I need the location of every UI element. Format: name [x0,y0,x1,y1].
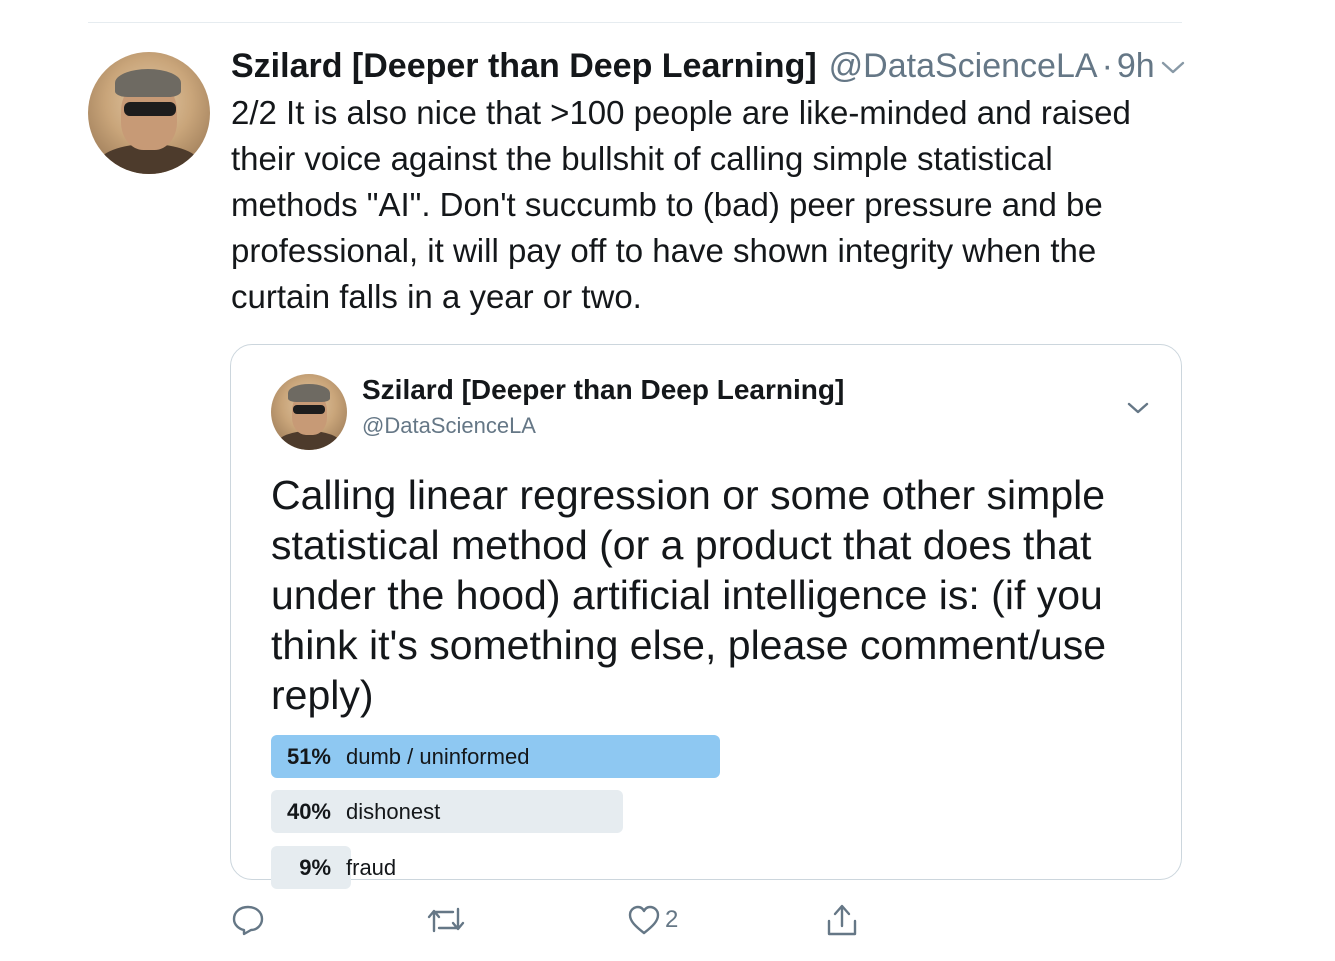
poll-option: 40% dishonest [271,790,1151,833]
tweet-header: Szilard [Deeper than Deep Learning] @Dat… [231,44,1155,88]
avatar[interactable] [88,52,210,174]
poll-option: 51% dumb / uninformed [271,735,1151,778]
user-handle[interactable]: @DataScienceLA [829,44,1098,88]
poll-label: dishonest [346,799,441,824]
poll-percent: 51% [286,744,331,769]
share-icon [824,902,860,938]
heart-icon [627,904,661,936]
poll-percent: 9% [299,855,331,880]
poll-percent: 40% [286,799,331,824]
tweet-time[interactable]: 9h [1117,44,1155,88]
quoted-tweet-text: Calling linear regression or some other … [271,472,1107,718]
retweet-button[interactable] [426,900,466,940]
poll-label: fraud [346,855,397,880]
reply-button[interactable] [231,900,265,940]
reply-icon [231,903,265,937]
separator: · [1101,47,1113,85]
retweet-icon [426,903,466,937]
quoted-chevron-down-icon[interactable] [1126,398,1150,418]
quoted-display-name[interactable]: Szilard [Deeper than Deep Learning] [362,374,844,406]
poll-option: 9% fraud [271,846,1151,889]
share-button[interactable] [824,900,860,940]
quoted-user-handle[interactable]: @DataScienceLA [362,413,536,439]
top-divider [88,22,1182,23]
display-name[interactable]: Szilard [Deeper than Deep Learning] [231,44,817,88]
like-count: 2 [665,906,679,933]
tweet-text: 2/2 It is also nice that >100 people are… [231,94,1131,315]
quoted-avatar[interactable] [271,374,347,450]
poll-label: dumb / uninformed [346,744,530,769]
chevron-down-icon[interactable] [1160,57,1186,77]
like-button[interactable]: 2 [627,900,678,940]
